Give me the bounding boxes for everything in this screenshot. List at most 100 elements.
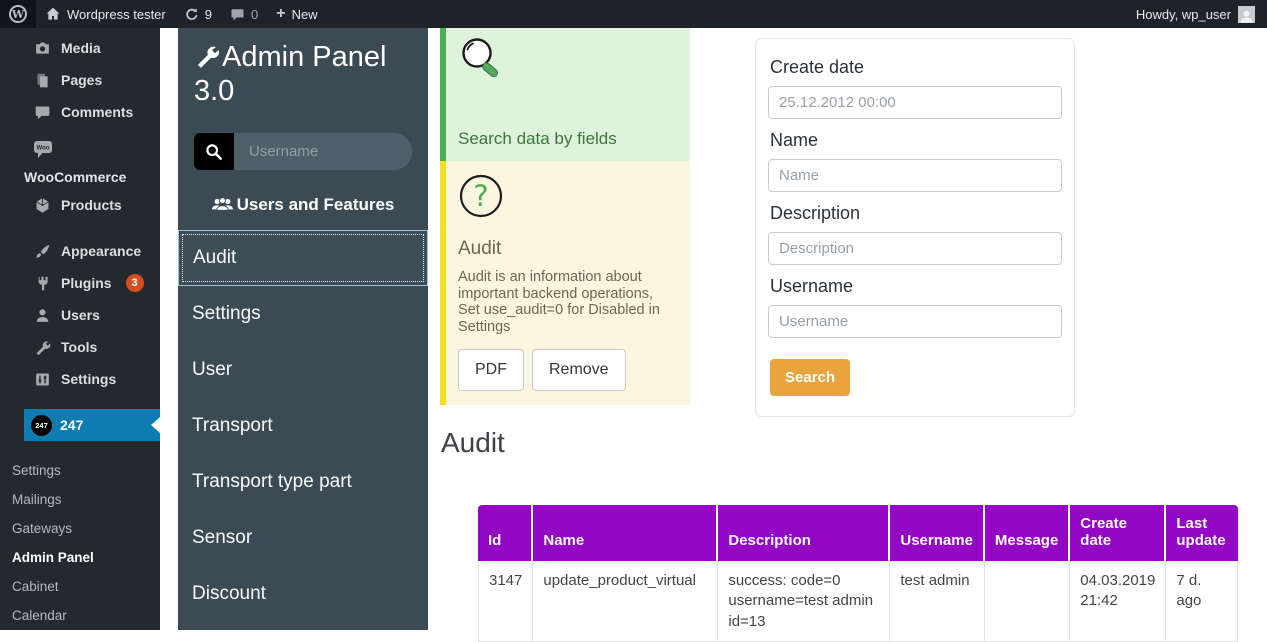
plugin-menu-item-transport[interactable]: Transport <box>178 398 428 454</box>
appearance-brush-icon <box>34 243 51 260</box>
remove-button[interactable]: Remove <box>532 349 626 391</box>
search-button[interactable]: Search <box>770 359 850 396</box>
sidebar-item-tools[interactable]: Tools <box>0 331 160 363</box>
updates-count: 9 <box>205 7 212 22</box>
new-label: New <box>292 7 318 22</box>
admin-panel-sidebar: Admin Panel 3.0 Users and Features Audit… <box>178 28 428 630</box>
username-label: Username <box>770 276 1060 297</box>
site-name-link[interactable]: Wordpress tester <box>36 0 175 28</box>
sidebar-item-pages[interactable]: Pages <box>0 64 160 96</box>
sidebar-item-plugins[interactable]: Plugins 3 <box>0 267 160 299</box>
username-search <box>194 133 412 170</box>
sidebar-search-button[interactable] <box>194 133 234 170</box>
pdf-button[interactable]: PDF <box>458 349 524 391</box>
plugin-menu-item-sensor[interactable]: Sensor <box>178 510 428 566</box>
howdy-text: Howdy, wp_user <box>1136 7 1231 22</box>
plugin-title: Admin Panel 3.0 <box>178 28 428 108</box>
plugin-menu: Audit Settings User Transport Transport … <box>178 230 428 622</box>
svg-text:Woo: Woo <box>37 146 50 152</box>
svg-text:?: ? <box>473 179 488 213</box>
username-search-input[interactable] <box>234 133 412 170</box>
comments-icon <box>34 104 51 121</box>
plugins-update-badge: 3 <box>126 274 144 292</box>
current-menu-arrow-icon <box>151 417 160 433</box>
admin-bar: W Wordpress tester 9 0 + New Howdy, wp_u… <box>0 0 1267 28</box>
column-header-last-update: Last update <box>1166 505 1238 561</box>
account-menu[interactable]: Howdy, wp_user <box>1124 0 1267 28</box>
audit-table: Id Name Description Username Message Cre… <box>478 505 1238 642</box>
plugins-icon <box>34 275 51 292</box>
page-title: Audit <box>441 427 505 459</box>
audit-box-description: Audit is an information about important … <box>458 269 678 336</box>
home-icon <box>45 6 61 22</box>
submenu-item-cabinet[interactable]: Cabinet <box>12 573 160 602</box>
tools-wrench-icon <box>34 339 51 356</box>
247-submenu: Settings Mailings Gateways Admin Panel C… <box>0 441 160 631</box>
sidebar-item-woocommerce[interactable]: Woo WooCommerce <box>0 138 160 185</box>
audit-search-form: Create date Name Description Username Se… <box>755 38 1075 417</box>
users-group-icon <box>212 197 233 213</box>
name-input[interactable] <box>768 159 1062 192</box>
sidebar-item-products[interactable]: Products <box>0 189 160 221</box>
audit-box-title: Audit <box>458 238 678 260</box>
audit-info-box: ? Audit Audit is an information about im… <box>440 161 690 405</box>
plugin-menu-item-transport-type-part[interactable]: Transport type part <box>178 454 428 510</box>
question-icon: ? <box>458 173 504 219</box>
woocommerce-icon: Woo <box>32 138 54 160</box>
wp-admin-menu: Media Pages Comments Woo WooCommerce Pro… <box>0 28 160 630</box>
pages-icon <box>34 72 51 89</box>
avatar <box>1238 6 1255 23</box>
update-icon <box>184 7 199 22</box>
search-icon <box>205 143 223 161</box>
username-input[interactable] <box>768 305 1062 338</box>
sidebar-item-comments[interactable]: Comments <box>0 96 160 128</box>
sidebar-item-media[interactable]: Media <box>0 32 160 64</box>
wrench-icon <box>194 43 220 69</box>
search-info-box: Search data by fields <box>440 28 690 161</box>
menu-separator <box>0 221 160 235</box>
column-header-message: Message <box>985 505 1070 561</box>
table-header-row: Id Name Description Username Message Cre… <box>478 505 1238 561</box>
column-header-username: Username <box>890 505 985 561</box>
wordpress-logo-icon: W <box>9 5 27 23</box>
description-input[interactable] <box>768 232 1062 265</box>
sidebar-item-247[interactable]: 247 247 <box>24 409 160 441</box>
column-header-description: Description <box>718 505 890 561</box>
submenu-item-calendar[interactable]: Calendar <box>12 602 160 631</box>
submenu-item-settings[interactable]: Settings <box>12 457 160 486</box>
site-name: Wordpress tester <box>67 7 166 22</box>
plugin-menu-item-audit[interactable]: Audit <box>178 230 428 286</box>
comment-icon <box>230 7 245 22</box>
column-header-name: Name <box>533 505 718 561</box>
plugin-menu-item-discount[interactable]: Discount <box>178 566 428 622</box>
new-content-button[interactable]: + New <box>267 0 326 28</box>
info-boxes-column: Search data by fields ? Audit Audit is a… <box>440 28 690 405</box>
plugin-menu-item-user[interactable]: User <box>178 342 428 398</box>
plus-icon: + <box>276 6 285 22</box>
wp-logo-menu[interactable]: W <box>0 0 36 28</box>
search-box-text: Search data by fields <box>458 129 678 149</box>
users-icon <box>34 307 51 324</box>
section-heading-users-and-features: Users and Features <box>178 195 428 215</box>
submenu-item-gateways[interactable]: Gateways <box>12 515 160 544</box>
products-icon <box>34 197 51 214</box>
settings-sliders-icon <box>34 371 51 388</box>
sidebar-item-settings[interactable]: Settings <box>0 363 160 395</box>
create-date-label: Create date <box>770 57 1060 78</box>
column-header-create-date: Create date <box>1070 505 1166 561</box>
plugin-menu-item-settings[interactable]: Settings <box>178 286 428 342</box>
sidebar-item-users[interactable]: Users <box>0 299 160 331</box>
sidebar-item-appearance[interactable]: Appearance <box>0 235 160 267</box>
submenu-item-mailings[interactable]: Mailings <box>12 486 160 515</box>
comments-indicator[interactable]: 0 <box>221 0 267 28</box>
user-silhouette-icon <box>1239 9 1254 23</box>
create-date-input[interactable] <box>768 86 1062 119</box>
comments-count: 0 <box>251 7 258 22</box>
media-icon <box>34 40 51 57</box>
submenu-item-admin-panel[interactable]: Admin Panel <box>12 544 160 573</box>
description-label: Description <box>770 203 1060 224</box>
magnifier-icon <box>458 36 506 84</box>
updates-indicator[interactable]: 9 <box>175 0 221 28</box>
column-header-id: Id <box>478 505 533 561</box>
name-label: Name <box>770 130 1060 151</box>
